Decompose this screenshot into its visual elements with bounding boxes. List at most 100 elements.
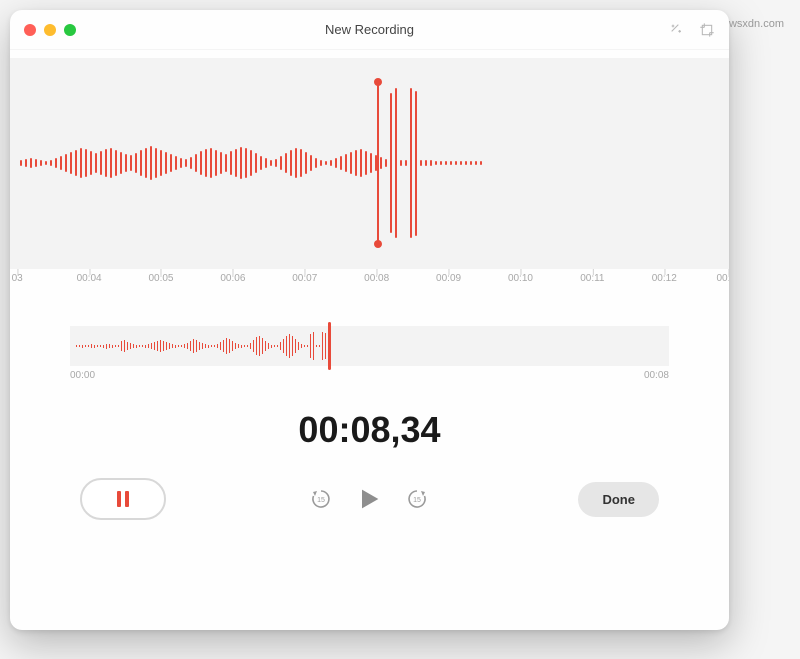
skip-forward-15-button[interactable]: 15 (405, 487, 429, 511)
wave-bar (420, 160, 422, 166)
mini-wave-bar (100, 345, 101, 347)
mini-wave-bar (232, 341, 233, 351)
mini-wave-bar (157, 341, 158, 351)
wave-bar (140, 150, 142, 176)
mini-wave-bar (88, 345, 89, 347)
mini-wave-bar (295, 339, 296, 353)
wave-bar (440, 161, 442, 165)
mini-wave-bar (247, 345, 248, 347)
mini-wave-bar (250, 343, 251, 349)
mini-wave-bar (220, 342, 221, 350)
mini-wave-bar (211, 345, 212, 347)
done-button[interactable]: Done (578, 482, 659, 517)
mini-wave-bar (241, 345, 242, 348)
wave-bar (275, 159, 277, 167)
wave-bar (245, 148, 247, 178)
ruler-tick: 00:13 (716, 269, 729, 284)
mini-wave-bar (253, 340, 254, 352)
wave-bar (120, 152, 122, 174)
mini-wave-bar (307, 345, 308, 347)
wave-bar (25, 159, 27, 167)
wave-bar (105, 149, 107, 177)
wave-bar (315, 158, 317, 168)
mini-wave-bar (229, 339, 230, 353)
ruler-tick: 00:11 (580, 269, 604, 284)
center-controls: 15 15 (309, 485, 429, 513)
wave-bar (125, 154, 127, 172)
wave-bar (235, 149, 237, 177)
wave-bar (70, 152, 72, 174)
mini-wave-bar (145, 345, 146, 348)
mini-wave-bar (82, 345, 83, 348)
trim-icon[interactable] (699, 22, 715, 38)
overview-track[interactable] (70, 326, 669, 366)
wave-bar (280, 156, 282, 170)
mini-wave-bar (214, 345, 215, 347)
mini-wave-bar (193, 339, 194, 353)
wave-bar (155, 148, 157, 178)
playhead[interactable] (377, 82, 379, 244)
mini-wave-bar (91, 344, 92, 348)
mini-wave-bar (94, 345, 95, 348)
playback-controls: 15 15 Done (10, 485, 729, 513)
mini-wave-bar (271, 345, 272, 348)
mini-wave-bar (202, 343, 203, 349)
mini-wave-bar (268, 343, 269, 349)
pause-button[interactable] (80, 478, 166, 520)
wave-bar (190, 157, 192, 169)
overview-playhead[interactable] (328, 322, 331, 370)
wave-bar (380, 157, 382, 169)
mini-wave-bar (283, 339, 284, 353)
wave-bar (355, 150, 357, 176)
wave-bar (165, 152, 167, 174)
title-tools (669, 22, 715, 38)
play-button[interactable] (355, 485, 383, 513)
ruler-tick: 00:09 (436, 269, 461, 284)
ruler-tick: 00:07 (292, 269, 317, 284)
wave-bar (395, 88, 397, 238)
minimize-window-button[interactable] (44, 24, 56, 36)
close-window-button[interactable] (24, 24, 36, 36)
wave-bar (265, 158, 267, 168)
mini-wave-bar (289, 334, 290, 358)
wave-bar (20, 160, 22, 166)
wave-bar (430, 160, 432, 166)
wave-bar (240, 147, 242, 179)
ruler-tick: 00:08 (364, 269, 389, 284)
wave-bar (100, 151, 102, 175)
wave-bar (45, 161, 47, 165)
ruler-tick: 00:12 (652, 269, 677, 284)
wave-bar (295, 148, 297, 178)
wave-bar (255, 153, 257, 173)
mini-wave-bar (280, 342, 281, 350)
mini-wave-bar (292, 336, 293, 356)
ruler-tick: 00:04 (77, 269, 102, 284)
waveform-area[interactable] (10, 58, 729, 268)
mini-wave-bar (181, 345, 182, 347)
wave-bar (400, 160, 402, 166)
mini-wave-bar (235, 343, 236, 349)
wave-bar (250, 150, 252, 176)
mini-wave-bar (133, 344, 134, 348)
wave-bar (95, 153, 97, 173)
wave-bar (75, 150, 77, 176)
wave-bar (135, 153, 137, 173)
mini-wave-bar (175, 345, 176, 348)
mini-wave-bar (256, 337, 257, 355)
pause-icon (117, 491, 129, 507)
wave-bar (270, 160, 272, 166)
skip-back-15-button[interactable]: 15 (309, 487, 333, 511)
wave-bar (385, 159, 387, 167)
mini-wave-bar (262, 338, 263, 354)
wave-bar (160, 150, 162, 176)
mini-wave-bar (217, 344, 218, 348)
mini-wave-bar (187, 343, 188, 349)
mini-wave-bar (265, 341, 266, 351)
mini-wave-bar (106, 344, 107, 349)
enhance-icon[interactable] (669, 22, 685, 38)
wave-bar (320, 160, 322, 166)
wave-bar (285, 153, 287, 173)
mini-wave-bar (259, 336, 260, 356)
maximize-window-button[interactable] (64, 24, 76, 36)
attribution-text: wsxdn.com (729, 18, 790, 30)
